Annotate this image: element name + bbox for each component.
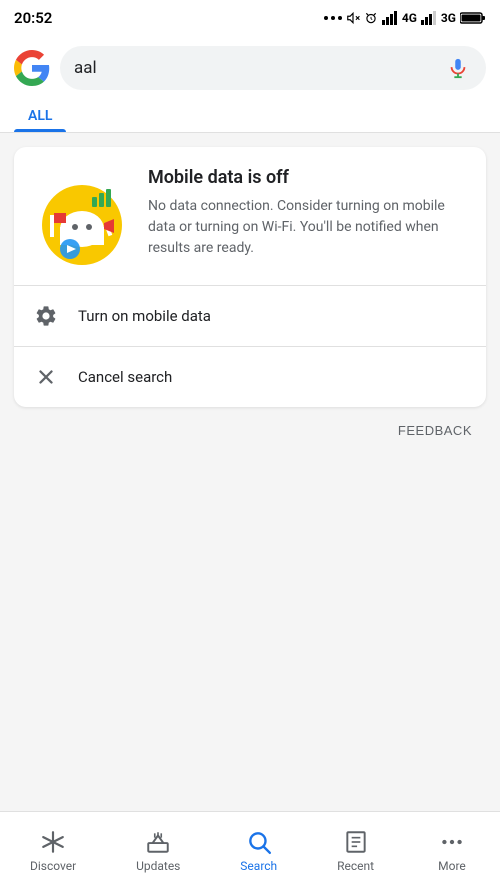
mic-icon[interactable] [444, 54, 472, 82]
close-x-icon [32, 363, 60, 391]
gear-svg [34, 304, 58, 328]
feedback-area: FEEDBACK [14, 407, 486, 454]
signal-4g-icon [382, 11, 398, 25]
4g-label: 4G [402, 11, 417, 25]
nav-item-updates[interactable]: Updates [124, 821, 192, 881]
card-description: No data connection. Consider turning on … [148, 196, 468, 259]
nav-item-search[interactable]: Search [228, 821, 289, 881]
signal-3g-icon [421, 11, 437, 25]
nav-item-more[interactable]: More [422, 821, 482, 881]
x-svg [35, 366, 57, 388]
main-content: Mobile data is off No data connection. C… [0, 133, 500, 468]
updates-svg [145, 829, 171, 855]
nav-label-recent: Recent [337, 859, 374, 873]
battery-icon [460, 11, 486, 25]
cancel-search-action[interactable]: Cancel search [14, 347, 486, 407]
recent-svg [343, 829, 369, 855]
search-nav-icon [246, 829, 272, 855]
card-title: Mobile data is off [148, 167, 468, 188]
search-bar-container: aal [0, 36, 500, 98]
microphone-svg [447, 57, 469, 79]
card-illustration [32, 167, 132, 267]
status-time: 20:52 [14, 9, 52, 27]
feedback-button[interactable]: FEEDBACK [398, 423, 472, 438]
turn-on-mobile-data-label: Turn on mobile data [78, 307, 211, 325]
mobile-data-off-illustration [32, 167, 132, 267]
nav-label-more: More [438, 859, 466, 873]
asterisk-svg [40, 829, 66, 855]
more-svg [439, 829, 465, 855]
google-logo [14, 50, 50, 86]
search-query-text: aal [74, 58, 434, 78]
status-bar: 20:52 4G [0, 0, 500, 36]
nav-item-recent[interactable]: Recent [325, 821, 386, 881]
tabs-bar: ALL [0, 98, 500, 133]
alarm-icon [364, 11, 378, 25]
discover-icon [40, 829, 66, 855]
more-dots-icon [439, 829, 465, 855]
search-input-wrapper[interactable]: aal [60, 46, 486, 90]
card-text-area: Mobile data is off No data connection. C… [148, 167, 468, 259]
settings-gear-icon [32, 302, 60, 330]
tab-all[interactable]: ALL [14, 98, 66, 132]
bottom-nav: Discover Updates Search [0, 811, 500, 889]
turn-on-mobile-data-action[interactable]: Turn on mobile data [14, 286, 486, 346]
card-top-section: Mobile data is off No data connection. C… [14, 147, 486, 285]
nav-label-discover: Discover [30, 859, 76, 873]
nav-label-search: Search [240, 859, 277, 873]
search-svg [246, 829, 272, 855]
cancel-search-label: Cancel search [78, 368, 172, 386]
no-data-card: Mobile data is off No data connection. C… [14, 147, 486, 407]
nav-item-discover[interactable]: Discover [18, 821, 88, 881]
status-icons: 4G 3G [324, 11, 486, 25]
dots-icon [324, 13, 342, 23]
silent-icon [346, 11, 360, 25]
3g-label: 3G [441, 11, 456, 25]
updates-icon [145, 829, 171, 855]
recent-icon [343, 829, 369, 855]
nav-label-updates: Updates [136, 859, 180, 873]
